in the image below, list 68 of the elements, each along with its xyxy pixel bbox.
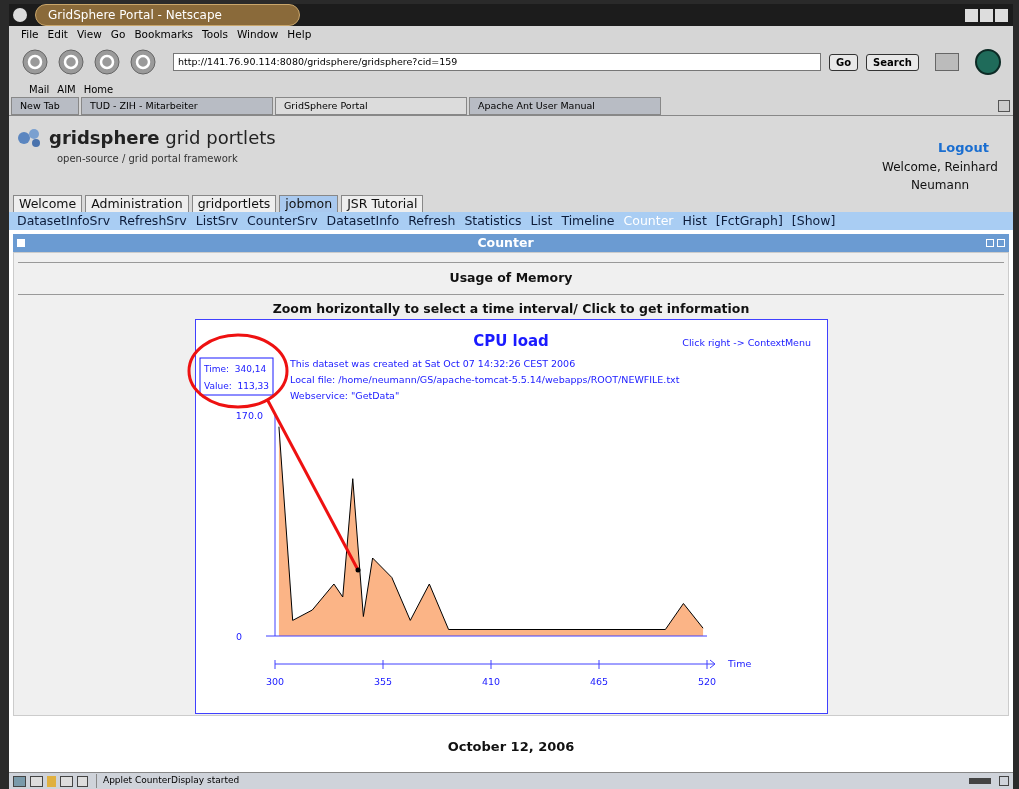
maximize-button[interactable]	[980, 8, 993, 22]
context-hint: Click right -> ContextMenu	[681, 336, 811, 348]
subnav-link[interactable]: [Show]	[791, 211, 836, 231]
subnav-link[interactable]: RefreshSrv	[119, 211, 187, 231]
x-tick-label: 355	[373, 675, 392, 687]
menu-item[interactable]: View	[76, 26, 102, 43]
logout-link[interactable]: Logout	[938, 138, 989, 158]
maximize-portlet-icon[interactable]	[997, 239, 1005, 247]
browser-tab[interactable]: New Tab	[11, 97, 79, 115]
subnav-link[interactable]: Timeline	[561, 211, 615, 231]
browser-tab[interactable]: Apache Ant User Manual	[469, 97, 661, 115]
subnav-link[interactable]: List	[530, 211, 553, 231]
info-text: This dataset was created at Sat Oct 07 14:32:26 CEST 2006	[289, 357, 575, 369]
bookmark-link[interactable]: AIM	[57, 81, 76, 97]
menu-item[interactable]: Help	[287, 26, 312, 43]
window-menu-icon[interactable]	[13, 8, 27, 22]
subnav-link[interactable]: DatasetInfoSrv	[17, 211, 111, 231]
subnav-link[interactable]: CounterSrv	[247, 211, 318, 231]
browser-tab[interactable]: TUD - ZIH - Mitarbeiter	[81, 97, 273, 115]
menu-item[interactable]: Edit	[47, 26, 68, 43]
close-tab-icon[interactable]	[998, 100, 1010, 112]
menu-item[interactable]: Bookmarks	[134, 26, 194, 43]
subnav-link[interactable]: ListSrv	[195, 211, 239, 231]
minimize-portlet-icon[interactable]	[986, 239, 994, 247]
bookmark-link[interactable]: Mail	[29, 81, 50, 97]
x-tick-label: 520	[697, 675, 716, 687]
x-axis-label: Time	[727, 657, 751, 669]
netscape-logo-icon[interactable]	[975, 49, 1001, 75]
info-text: Webservice: "GetData"	[289, 389, 399, 401]
subnav-link[interactable]: Hist	[682, 211, 707, 231]
menu-item[interactable]: File	[21, 26, 39, 43]
section-heading: Usage of Memory	[449, 269, 573, 287]
instruction-text: Zoom horizontally to select a time interval/ Click to get information	[272, 299, 750, 318]
minimize-button[interactable]	[965, 8, 978, 22]
menu-item[interactable]: Tools	[202, 26, 228, 43]
portal-tab[interactable]: Administration	[85, 195, 189, 212]
tagline: open-source / grid portal framework	[56, 152, 239, 166]
logo-text: gridsphere grid portlets	[49, 126, 276, 150]
portal-tab[interactable]: jobmon	[279, 195, 339, 212]
x-tick-label: 410	[481, 675, 500, 687]
portal-tab[interactable]: Welcome	[13, 195, 83, 212]
url-field[interactable]: http://141.76.90.114:8080/gridsphere/gridsphere?cid=159	[173, 53, 821, 71]
browser-tab[interactable]: GridSphere Portal	[275, 97, 467, 115]
info-text: Local file: /home/neumann/GS/apache-tomcat-5.5.14/webapps/ROOT/NEWFILE.txt	[289, 373, 679, 385]
tooltip-text: Time: 340,14	[203, 363, 266, 374]
bookmark-link[interactable]: Home	[83, 81, 114, 97]
y-tick-label: 0	[235, 630, 242, 642]
status-text: Applet CounterDisplay started	[96, 774, 240, 788]
search-button[interactable]: Search	[866, 53, 919, 71]
subnav-link[interactable]: DatasetInfo	[326, 211, 400, 231]
tooltip-text: Value: 113,33	[203, 380, 269, 391]
welcome-text: Welcome, Reinhard Neumann	[881, 158, 999, 194]
menu-item[interactable]: Window	[236, 26, 279, 43]
portal-tab[interactable]: gridportlets	[191, 195, 277, 212]
chart-title: CPU load	[472, 331, 549, 350]
portlet-title: Counter	[476, 233, 535, 252]
subnav-link[interactable]: Refresh	[408, 211, 456, 231]
portal-tab[interactable]: JSR Tutorial	[341, 195, 424, 212]
date-text: October 12, 2006	[447, 738, 575, 757]
subnav-link[interactable]: [FctGraph]	[715, 211, 783, 231]
window-title: GridSphere Portal - Netscape	[35, 4, 300, 26]
subnav-link[interactable]: Statistics	[464, 211, 522, 231]
x-tick-label: 465	[589, 675, 608, 687]
menu-item[interactable]: Go	[110, 26, 126, 43]
go-button[interactable]: Go	[829, 53, 859, 71]
x-tick-label: 300	[265, 675, 284, 687]
y-tick-label: 170.0	[235, 409, 263, 421]
close-button[interactable]	[995, 8, 1008, 22]
